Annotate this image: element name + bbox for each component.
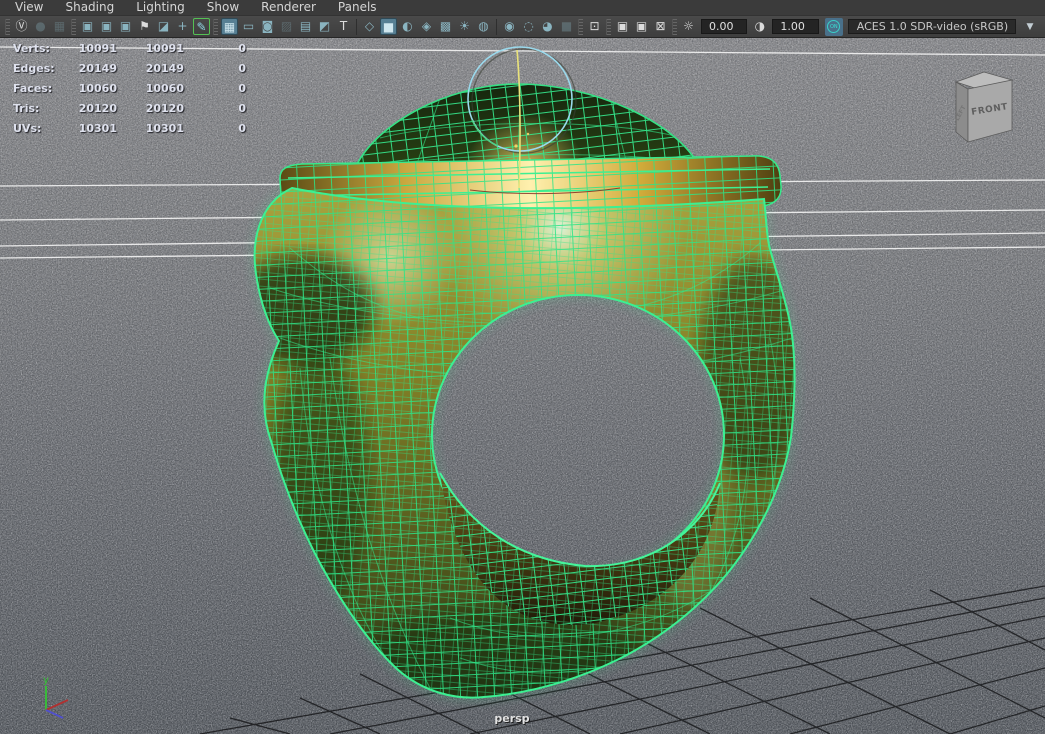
- view-transform-dropdown[interactable]: ACES 1.0 SDR-video (sRGB): [847, 19, 1016, 34]
- exposure-control-icon[interactable]: ☼: [680, 18, 697, 35]
- hud-row-faces: Faces: 10060 10060 0: [0, 78, 246, 98]
- film-gate-icon[interactable]: ▭: [240, 18, 257, 35]
- hud-delta: 0: [238, 121, 246, 135]
- hud-delta: 0: [238, 61, 246, 75]
- hud-total: 10301: [78, 121, 117, 135]
- menu-panels[interactable]: Panels: [327, 0, 388, 15]
- safe-title-icon[interactable]: ◩: [316, 18, 333, 35]
- hud-selected: 10301: [145, 121, 184, 135]
- color-management-toggle[interactable]: ON: [824, 17, 843, 36]
- hud-selected: 20149: [145, 61, 184, 75]
- camera-attributes-icon[interactable]: ▣: [117, 18, 134, 35]
- on-icon: ON: [827, 20, 841, 33]
- lighting-mode-icon[interactable]: ☀: [456, 18, 473, 35]
- resolution-gate-icon[interactable]: ◙: [259, 18, 276, 35]
- view-cube[interactable]: LEFT FRONT: [954, 71, 1014, 143]
- hud-total: 20120: [78, 101, 117, 115]
- duplicate-a-icon[interactable]: ▣: [614, 18, 631, 35]
- viewcube-toggle-icon[interactable]: Ⓥ: [13, 18, 30, 35]
- grease-pencil-icon[interactable]: ✎: [193, 18, 210, 35]
- hud-delta: 0: [238, 81, 246, 95]
- menu-view[interactable]: View: [4, 0, 54, 15]
- hud-row-edges: Edges: 20149 20149 0: [0, 58, 246, 78]
- lock-camera-icon[interactable]: ▣: [98, 18, 115, 35]
- menu-show[interactable]: Show: [196, 0, 250, 15]
- hud-delta: 0: [238, 41, 246, 55]
- depth-of-field-icon: ■: [560, 19, 573, 33]
- exposure-field[interactable]: 0.00: [701, 19, 748, 34]
- wireframe-mode-icon[interactable]: ◇: [361, 18, 378, 35]
- snapshot-icon[interactable]: ⊠: [652, 18, 669, 35]
- toolbar-separator: [496, 18, 497, 35]
- hud-selected: 20120: [145, 101, 184, 115]
- shaded-mode-icon[interactable]: ■: [380, 18, 397, 35]
- hud-row-uvs: UVs: 10301 10301 0: [0, 118, 246, 138]
- toolbar-grip[interactable]: [578, 18, 583, 35]
- toolbar-separator: [356, 18, 357, 35]
- hud-total: 10091: [78, 41, 117, 55]
- gamma-control-icon[interactable]: ◑: [751, 18, 768, 35]
- wireframe-on-shaded-icon[interactable]: ◐: [399, 18, 416, 35]
- panel-menu-bar: View Shading Lighting Show Renderer Pane…: [0, 0, 1045, 16]
- poly-count-hud: Verts: 10091 10091 0 Edges: 20149 20149 …: [0, 38, 246, 138]
- textured-mode-icon[interactable]: ◈: [418, 18, 435, 35]
- viewport-render: LEFT FRONT y persp persp: [0, 38, 1045, 734]
- shadows-icon[interactable]: ◍: [475, 18, 492, 35]
- gamma-field[interactable]: 1.00: [772, 19, 819, 34]
- bookmark-icon[interactable]: ⚑: [136, 18, 153, 35]
- toolbar-grip[interactable]: [5, 18, 10, 35]
- duplicate-b-icon[interactable]: ▣: [633, 18, 650, 35]
- disabled-tool-b-icon: ▦: [53, 19, 66, 33]
- toolbar-grip[interactable]: [672, 18, 677, 35]
- disabled-tool-a-icon: ●: [35, 19, 46, 33]
- hud-total: 10060: [78, 81, 117, 95]
- motion-blur-icon[interactable]: ◌: [520, 18, 537, 35]
- screen-space-ao-icon[interactable]: ◉: [501, 18, 518, 35]
- toolbar-grip[interactable]: [606, 18, 611, 35]
- isolate-select-icon[interactable]: ⊡: [586, 18, 603, 35]
- pan-zoom-icon[interactable]: +: [174, 18, 191, 35]
- chevron-down-icon[interactable]: ▼: [1018, 22, 1042, 32]
- exposure-toggle-icon[interactable]: ◕: [539, 18, 556, 35]
- hud-total: 20149: [78, 61, 117, 75]
- toolbar-grip[interactable]: [213, 18, 218, 35]
- maya-viewport-panel: View Shading Lighting Show Renderer Pane…: [0, 0, 1045, 734]
- panel-toolbar: Ⓥ ● ▦ ▣ ▣ ▣ ⚑ ◪ + ✎ ▦ ▭ ◙ ▨ ▤ ◩ T ◇ ■ ◐ …: [0, 16, 1045, 38]
- hud-row-tris: Tris: 20120 20120 0: [0, 98, 246, 118]
- menu-lighting[interactable]: Lighting: [125, 0, 196, 15]
- gate-mask-icon: ▨: [280, 19, 293, 33]
- hud-row-verts: Verts: 10091 10091 0: [0, 38, 246, 58]
- field-chart-icon[interactable]: ▤: [297, 18, 314, 35]
- menu-renderer[interactable]: Renderer: [250, 0, 327, 15]
- axis-y-label: y: [43, 675, 49, 686]
- image-plane-icon[interactable]: ◪: [155, 18, 172, 35]
- camera-label: persp: [494, 712, 529, 725]
- grid-icon[interactable]: ▦: [221, 18, 238, 35]
- select-camera-icon[interactable]: ▣: [79, 18, 96, 35]
- hud-toggle-icon[interactable]: T: [335, 18, 352, 35]
- use-default-material-icon[interactable]: ▩: [437, 18, 454, 35]
- hud-selected: 10091: [145, 41, 184, 55]
- viewport-canvas[interactable]: LEFT FRONT y persp persp Verts: 10091 10…: [0, 38, 1045, 734]
- menu-shading[interactable]: Shading: [54, 0, 125, 15]
- toolbar-grip[interactable]: [71, 18, 76, 35]
- hud-delta: 0: [238, 101, 246, 115]
- hud-selected: 10060: [145, 81, 184, 95]
